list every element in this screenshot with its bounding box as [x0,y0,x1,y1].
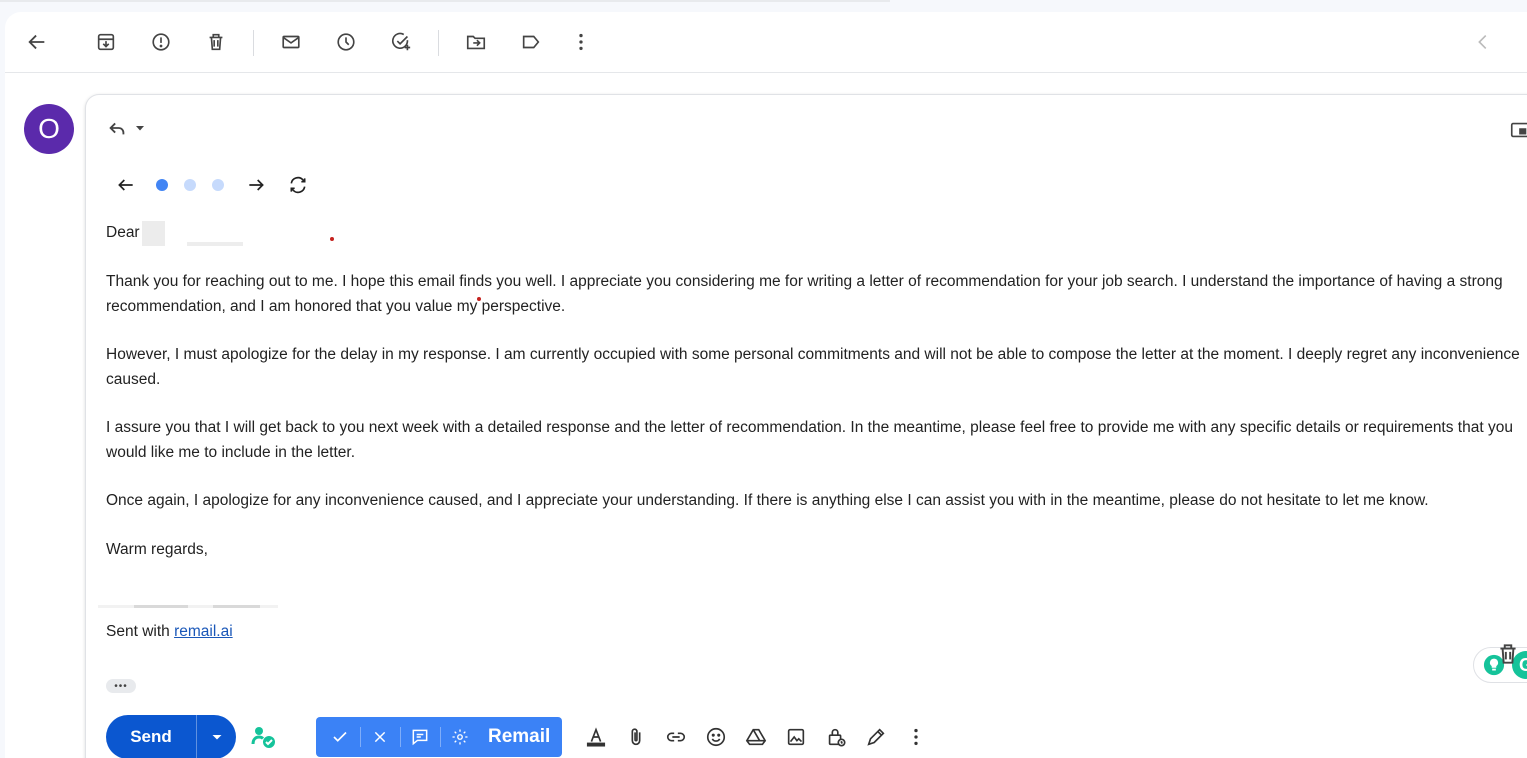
formatting-icons [576,717,936,757]
body-paragraph: Thank you for reaching out to me. I hope… [106,273,1503,315]
sender-avatar[interactable]: O [24,104,74,154]
suggestion-navigator [114,173,310,197]
dismiss-close-icon[interactable] [360,717,400,757]
reply-type-menu[interactable] [106,117,146,139]
body-paragraph: However, I must apologize for the delay … [106,346,1520,388]
more-options-icon[interactable] [896,717,936,757]
mail-panel: O Dear Thank you for reaching out to me.… [5,12,1527,758]
older-chevron-icon[interactable] [1465,24,1501,60]
text-format-icon[interactable] [576,717,616,757]
snooze-icon[interactable] [328,24,364,60]
compose-actions: Send Remail [106,715,936,758]
archive-icon[interactable] [88,24,124,60]
insert-link-icon[interactable] [656,717,696,757]
reply-compose: Dear Thank you for reaching out to me. I… [85,94,1527,758]
regenerate-refresh-icon[interactable] [286,173,310,197]
remail-link[interactable]: remail.ai [174,623,233,640]
closing: Warm regards, [106,540,208,558]
attach-file-icon[interactable] [616,717,656,757]
greeting-line: Dear [106,221,1527,246]
cursor-marker [477,297,481,301]
remail-label[interactable]: Remail [488,726,550,748]
pop-out-icon[interactable] [1509,119,1527,141]
toolbar-divider [438,30,439,56]
more-vert-icon[interactable] [563,24,599,60]
redacted-signature [98,605,278,608]
top-edge-line [0,0,890,2]
back-arrow-icon[interactable] [19,24,55,60]
previous-suggestion-arrow-icon[interactable] [114,173,138,197]
assistant-check-icon[interactable] [250,723,278,751]
delete-icon[interactable] [198,24,234,60]
suggestion-dot[interactable] [156,179,168,191]
sent-with-text: Sent with [106,623,175,640]
discard-draft-trash-icon[interactable] [1495,641,1521,667]
next-suggestion-arrow-icon[interactable] [244,173,268,197]
emoji-icon[interactable] [696,717,736,757]
greeting: Dear [106,224,140,242]
reply-icon [109,122,125,135]
insert-photo-icon[interactable] [776,717,816,757]
confidential-mode-lock-icon[interactable] [816,717,856,757]
remail-settings-gear-icon[interactable] [440,717,480,757]
suggestion-dot[interactable] [184,179,196,191]
redacted-name [186,241,243,246]
redacted-name [141,221,165,246]
send-button[interactable]: Send [106,715,196,758]
remail-toolbar: Remail [316,717,563,757]
feedback-comment-icon[interactable] [400,717,440,757]
send-button-group: Send [106,715,236,758]
signature-line: Sent with remail.ai [106,623,233,641]
body-paragraph: I assure you that I will get back to you… [106,419,1513,461]
move-to-icon[interactable] [458,24,494,60]
toolbar-divider [253,30,254,56]
message-body[interactable]: Dear Thank you for reaching out to me. I… [106,221,1527,586]
send-options-chevron-icon[interactable] [196,715,236,758]
message-toolbar [5,12,1527,73]
suggestion-dot[interactable] [212,179,224,191]
accept-check-icon[interactable] [320,717,360,757]
body-paragraph: Once again, I apologize for any inconven… [106,492,1429,509]
cursor-marker [330,237,334,241]
add-task-icon[interactable] [383,24,419,60]
mark-unread-icon[interactable] [273,24,309,60]
chevron-down-icon [136,126,144,131]
report-spam-icon[interactable] [143,24,179,60]
drive-icon[interactable] [736,717,776,757]
label-icon[interactable] [513,24,549,60]
signature-pen-icon[interactable] [856,717,896,757]
show-trimmed-content-button[interactable]: ••• [106,679,136,693]
